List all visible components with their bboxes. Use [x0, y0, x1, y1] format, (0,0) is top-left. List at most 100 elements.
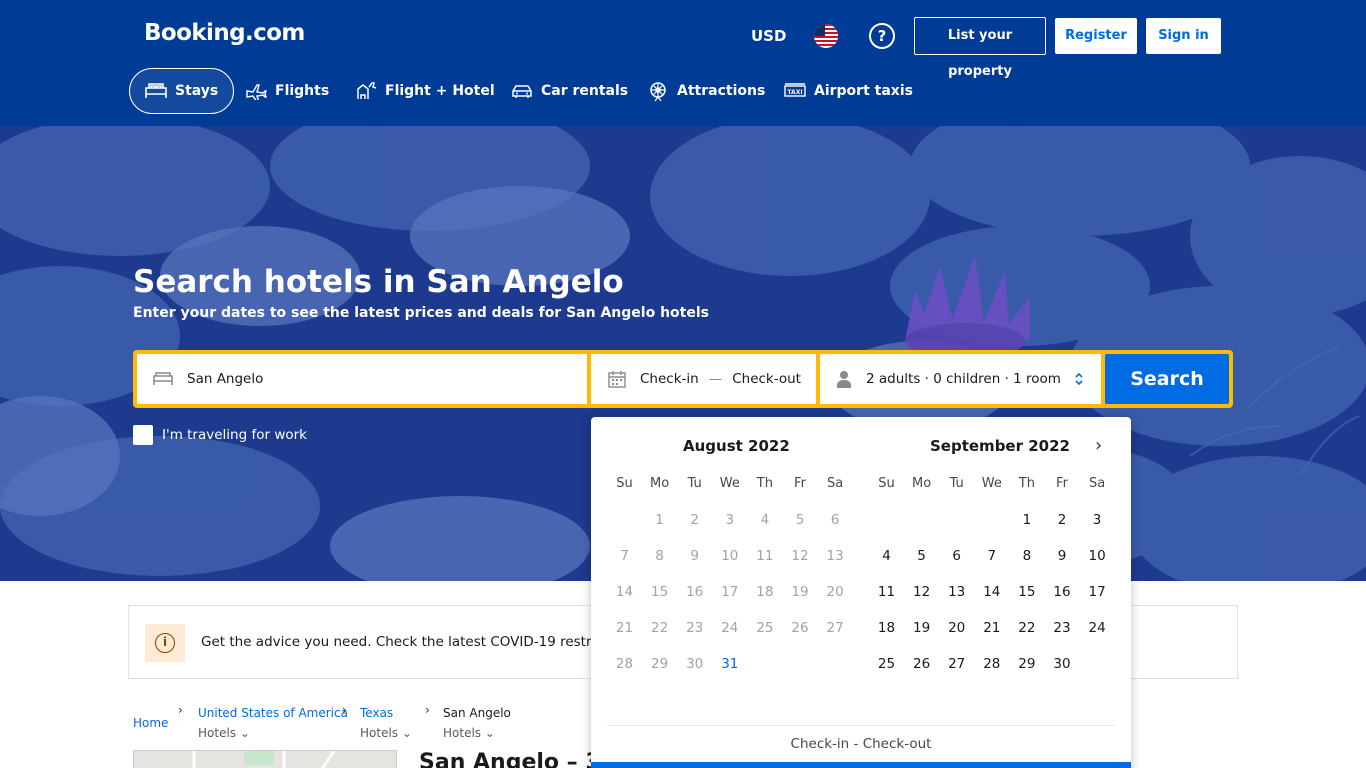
- calendar-day[interactable]: 11: [869, 584, 904, 600]
- logo[interactable]: Booking.com: [144, 20, 305, 46]
- map-preview[interactable]: [133, 750, 397, 768]
- calendar-action-bar[interactable]: [591, 762, 1131, 768]
- nav-label: Flights: [275, 83, 330, 99]
- calendar-day: 30: [686, 656, 704, 672]
- weekday-header: Su: [616, 476, 633, 491]
- breadcrumb-texas[interactable]: Texas: [360, 706, 393, 720]
- calendar-day[interactable]: 22: [1009, 620, 1044, 636]
- calendar-day[interactable]: 28: [974, 656, 1009, 672]
- calendar-day: 11: [756, 548, 774, 564]
- currency-selector[interactable]: USD: [751, 27, 786, 45]
- breadcrumb-usa-hotels[interactable]: Hotels ⌄: [198, 726, 250, 740]
- us-flag-icon[interactable]: [814, 24, 838, 48]
- register-button[interactable]: Register: [1055, 18, 1137, 54]
- calendar-day[interactable]: 16: [1045, 584, 1080, 600]
- calendar-day[interactable]: 19: [904, 620, 939, 636]
- weekday-header: Th: [756, 476, 773, 491]
- calendar-day: 24: [721, 620, 739, 636]
- weekday-header: Fr: [794, 476, 806, 491]
- calendar-day: 26: [791, 620, 809, 636]
- date-picker-field[interactable]: Check-in — Check-out: [591, 354, 816, 404]
- nav-label: Stays: [175, 83, 219, 99]
- weekday-header: Sa: [1088, 476, 1106, 491]
- nav-flight-hotel[interactable]: Flight + Hotel: [340, 68, 510, 114]
- calendar-day[interactable]: 15: [1009, 584, 1044, 600]
- checkbox[interactable]: [133, 425, 153, 445]
- bed-icon: [153, 372, 173, 385]
- calendar-day: 5: [795, 512, 805, 528]
- guests-selector[interactable]: 2 adults · 0 children · 1 room: [820, 354, 1101, 404]
- calendar-day: 28: [615, 656, 634, 672]
- calendar-day: 14: [615, 584, 634, 600]
- calendar-day[interactable]: 21: [974, 620, 1009, 636]
- calendar-day: 9: [690, 548, 699, 564]
- calendar-day[interactable]: 24: [1080, 620, 1115, 636]
- breadcrumb-current-hotels[interactable]: Hotels ⌄: [443, 726, 495, 740]
- calendar-day[interactable]: 2: [1045, 512, 1080, 528]
- calendar-day[interactable]: 3: [1080, 512, 1115, 528]
- info-icon: i: [145, 624, 185, 662]
- calendar-day[interactable]: 18: [869, 620, 904, 636]
- divider: [607, 725, 1115, 726]
- destination-input[interactable]: San Angelo: [137, 354, 587, 404]
- nav-flights[interactable]: Flights: [230, 68, 344, 114]
- chevron-right-icon: ›: [425, 703, 430, 717]
- sign-in-button[interactable]: Sign in: [1146, 18, 1221, 54]
- weekday-header: Su: [878, 476, 895, 491]
- breadcrumb-current: San Angelo: [443, 706, 511, 720]
- breadcrumb-home[interactable]: Home: [133, 716, 168, 730]
- breadcrumb-usa[interactable]: United States of America: [198, 706, 348, 720]
- calendar-day[interactable]: 29: [1009, 656, 1044, 672]
- calendar-day[interactable]: 4: [869, 548, 904, 564]
- calendar-day: 29: [651, 656, 669, 672]
- weekday-header: We: [981, 476, 1002, 491]
- month-title: September 2022: [930, 437, 1070, 455]
- results-heading: San Angelo – 3(: [419, 750, 611, 768]
- calendar-day[interactable]: 6: [939, 548, 974, 564]
- calendar-day: 25: [756, 620, 774, 636]
- nav-label: Flight + Hotel: [385, 83, 495, 99]
- nav-airport-taxis[interactable]: TAXI Airport taxis: [769, 68, 928, 114]
- person-icon: [837, 371, 851, 388]
- svg-text:TAXI: TAXI: [787, 89, 802, 96]
- calendar-day[interactable]: 30: [1045, 656, 1080, 672]
- calendar-day: 8: [655, 548, 664, 564]
- calendar-day[interactable]: 26: [904, 656, 939, 672]
- calendar-day[interactable]: 14: [974, 584, 1009, 600]
- calendar-day[interactable]: 13: [939, 584, 974, 600]
- covid-notice-text[interactable]: Get the advice you need. Check the lates…: [201, 634, 636, 650]
- calendar-day: 20: [826, 584, 844, 600]
- calendar-day[interactable]: 8: [1009, 548, 1044, 564]
- search-button[interactable]: Search: [1105, 354, 1229, 404]
- taxi-icon: TAXI: [784, 83, 806, 97]
- calendar-day[interactable]: 1: [1009, 512, 1044, 528]
- calendar-day: 18: [756, 584, 774, 600]
- checkout-label: Check-out: [732, 371, 801, 387]
- list-property-button[interactable]: List your property: [914, 17, 1046, 79]
- calendar-day[interactable]: 5: [904, 548, 939, 564]
- calendar-day[interactable]: 9: [1045, 548, 1080, 564]
- calendar-day[interactable]: 7: [974, 548, 1009, 564]
- calendar-day: 27: [826, 620, 844, 636]
- help-icon[interactable]: ?: [869, 23, 895, 49]
- weekday-header: Mo: [912, 476, 932, 491]
- header: Booking.com USD ? List your property Reg…: [0, 0, 1366, 126]
- weekday-header: Tu: [949, 476, 964, 491]
- weekday-header: Mo: [650, 476, 670, 491]
- chevron-right-icon: ›: [178, 703, 183, 717]
- nav-stays[interactable]: Stays: [129, 68, 235, 114]
- calendar-day[interactable]: 27: [939, 656, 974, 672]
- nav-car-rentals[interactable]: Car rentals: [496, 68, 643, 114]
- calendar-day[interactable]: 25: [869, 656, 904, 672]
- calendar-day[interactable]: 17: [1080, 584, 1115, 600]
- calendar-day[interactable]: 23: [1045, 620, 1080, 636]
- calendar-day[interactable]: 20: [939, 620, 974, 636]
- nav-attractions[interactable]: Attractions: [632, 68, 780, 114]
- calendar-icon: [608, 371, 626, 388]
- work-travel-checkbox[interactable]: I'm traveling for work: [133, 425, 307, 445]
- calendar-day[interactable]: 12: [904, 584, 939, 600]
- breadcrumb-texas-hotels[interactable]: Hotels ⌄: [360, 726, 412, 740]
- chevron-right-icon[interactable]: ›: [1095, 435, 1102, 456]
- calendar-day[interactable]: 10: [1080, 548, 1115, 564]
- calendar-day[interactable]: 31: [712, 656, 747, 672]
